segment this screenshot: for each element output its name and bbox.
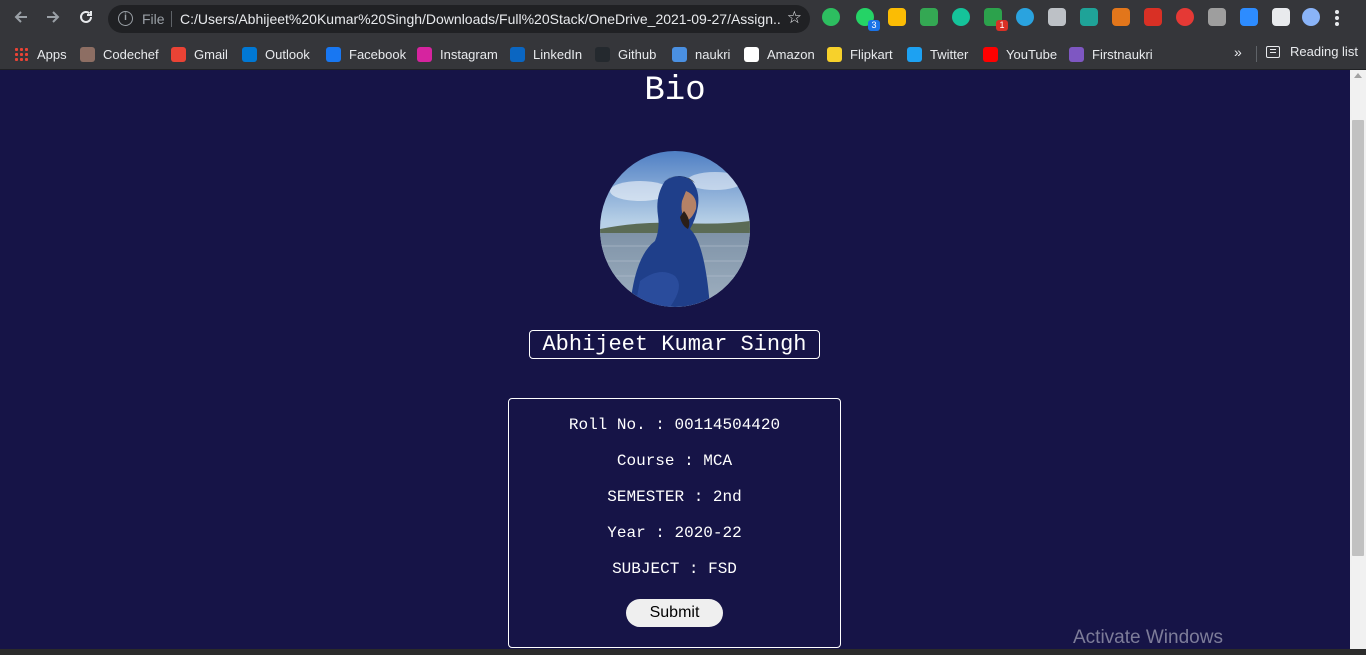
- subject-text: SUBJECT : FSD: [612, 560, 737, 578]
- address-bar[interactable]: i File C:/Users/Abhijeet%20Kumar%20Singh…: [108, 5, 810, 33]
- page-viewport: Bio Abhijeet Kumar Singh Roll No.: 0011…: [0, 70, 1350, 649]
- profile-photo-image: [600, 151, 750, 307]
- bookmark-firstnaukri[interactable]: Firstnaukri: [1069, 44, 1153, 64]
- youtube-icon: [983, 46, 998, 62]
- extension-grey-icon[interactable]: [1048, 8, 1066, 26]
- bookmark-instagram[interactable]: Instagram: [417, 44, 498, 64]
- semester-text: SEMESTER : 2nd: [607, 488, 742, 506]
- bookmark-codechef[interactable]: Codechef: [80, 44, 159, 64]
- gmail-icon: [171, 46, 186, 62]
- pokeball-icon[interactable]: [1176, 8, 1194, 26]
- flipkart-icon: [827, 46, 842, 62]
- back-button[interactable]: [10, 8, 32, 30]
- submit-button[interactable]: Submit: [626, 599, 723, 627]
- extension-green-icon[interactable]: 1: [984, 8, 1008, 31]
- bookmark-star-icon[interactable]: ☆: [787, 8, 802, 28]
- vertical-scrollbar[interactable]: [1350, 70, 1366, 649]
- profile-avatar-icon[interactable]: [1302, 8, 1320, 26]
- window-bottom-edge: [0, 649, 1366, 655]
- details-card: Roll No. : 00114504420 Course : MCA SEME…: [508, 398, 841, 648]
- bookmark-gmail[interactable]: Gmail: [171, 44, 228, 64]
- reading-list-button[interactable]: Reading list: [1266, 44, 1358, 59]
- bookmark-label: Codechef: [103, 46, 159, 62]
- info-icon[interactable]: i: [118, 11, 133, 26]
- roll-number-text: Roll No. : 00114504420: [568, 416, 781, 434]
- scroll-up-arrow-icon[interactable]: [1354, 73, 1362, 78]
- calendar-icon[interactable]: [1144, 8, 1162, 26]
- bookmark-outlook[interactable]: Outlook: [242, 44, 310, 64]
- bookmark-youtube[interactable]: YouTube: [983, 44, 1057, 64]
- arrow-left-icon: [14, 11, 27, 23]
- whatsapp-icon[interactable]: 3: [856, 8, 880, 31]
- pdf-icon[interactable]: [1208, 8, 1226, 26]
- amazon-icon: [744, 46, 759, 62]
- bookmarks-bar: » Reading list Apps Codechef Gmail Outlook F…: [0, 38, 1366, 70]
- forward-button[interactable]: [42, 8, 64, 30]
- name-field: Abhijeet Kumar Singh: [529, 330, 820, 359]
- bookmark-label: Github: [618, 46, 657, 62]
- github-icon: [595, 46, 610, 62]
- menu-kebab-icon[interactable]: [1334, 8, 1340, 26]
- extension-badge: 1: [996, 20, 1008, 31]
- bookmark-label: Gmail: [194, 46, 228, 62]
- extension-teal-icon[interactable]: [1080, 8, 1098, 26]
- activate-windows-watermark: Activate Windows: [1073, 627, 1223, 648]
- scheme-label: File: [142, 11, 165, 27]
- bookmark-label: Firstnaukri: [1092, 46, 1153, 62]
- scroll-thumb[interactable]: [1352, 120, 1364, 556]
- page-title: Bio: [644, 72, 706, 110]
- bookmark-naukri[interactable]: naukri: [672, 44, 730, 64]
- bookmarks-overflow-button[interactable]: »: [1234, 44, 1242, 60]
- url-text[interactable]: C:/Users/Abhijeet%20Kumar%20Singh/Downlo…: [180, 11, 780, 27]
- bookmark-linkedin[interactable]: LinkedIn: [510, 44, 582, 64]
- bookmark-apps[interactable]: Apps: [14, 44, 67, 64]
- browser-toolbar: i File C:/Users/Abhijeet%20Kumar%20Singh…: [0, 0, 1366, 38]
- outlook-icon: [242, 46, 257, 62]
- year-text: Year : 2020-22: [607, 524, 742, 542]
- bookmarks-divider: [1256, 46, 1257, 62]
- bookmark-twitter[interactable]: Twitter: [907, 44, 968, 64]
- bookmark-label: YouTube: [1006, 46, 1058, 62]
- puzzle-icon[interactable]: [1272, 8, 1290, 26]
- bookmark-label: Flipkart: [850, 46, 893, 62]
- zoom-icon[interactable]: [1240, 8, 1258, 26]
- google-drive-icon[interactable]: [920, 8, 938, 26]
- naukri-icon: [672, 46, 687, 62]
- facebook-icon: [326, 46, 341, 62]
- profile-photo: [600, 151, 750, 307]
- speed-dial-icon[interactable]: [888, 8, 906, 26]
- twitter-icon: [907, 46, 922, 62]
- address-divider: [171, 11, 172, 27]
- reload-icon: [80, 10, 92, 23]
- bookmark-label: Apps: [37, 46, 67, 62]
- course-text: Course : MCA: [616, 452, 733, 470]
- instagram-icon: [417, 46, 432, 62]
- firstnaukri-icon: [1069, 46, 1084, 62]
- codechef-icon: [80, 46, 95, 62]
- bookmark-amazon[interactable]: Amazon: [744, 44, 815, 64]
- reload-button[interactable]: [75, 8, 97, 30]
- telegram-icon[interactable]: [1016, 8, 1034, 26]
- reading-list-label: Reading list: [1290, 44, 1358, 59]
- metamask-icon[interactable]: [1112, 8, 1130, 26]
- bookmark-facebook[interactable]: Facebook: [326, 44, 406, 64]
- bookmark-label: Outlook: [265, 46, 310, 62]
- reading-list-icon: [1266, 45, 1280, 58]
- bookmark-label: Amazon: [767, 46, 815, 62]
- bookmark-label: Instagram: [440, 46, 498, 62]
- bookmark-label: naukri: [695, 46, 731, 62]
- linkedin-icon: [510, 46, 525, 62]
- bookmark-label: Twitter: [930, 46, 969, 62]
- arrow-right-icon: [47, 11, 60, 23]
- bookmark-flipkart[interactable]: Flipkart: [827, 44, 893, 64]
- bookmark-label: LinkedIn: [533, 46, 583, 62]
- evernote-icon[interactable]: [822, 8, 840, 26]
- bookmark-label: Facebook: [349, 46, 407, 62]
- extension-badge: 3: [868, 20, 880, 31]
- grammarly-icon[interactable]: [952, 8, 970, 26]
- apps-grid-icon: [14, 46, 29, 62]
- bookmark-github[interactable]: Github: [595, 44, 656, 64]
